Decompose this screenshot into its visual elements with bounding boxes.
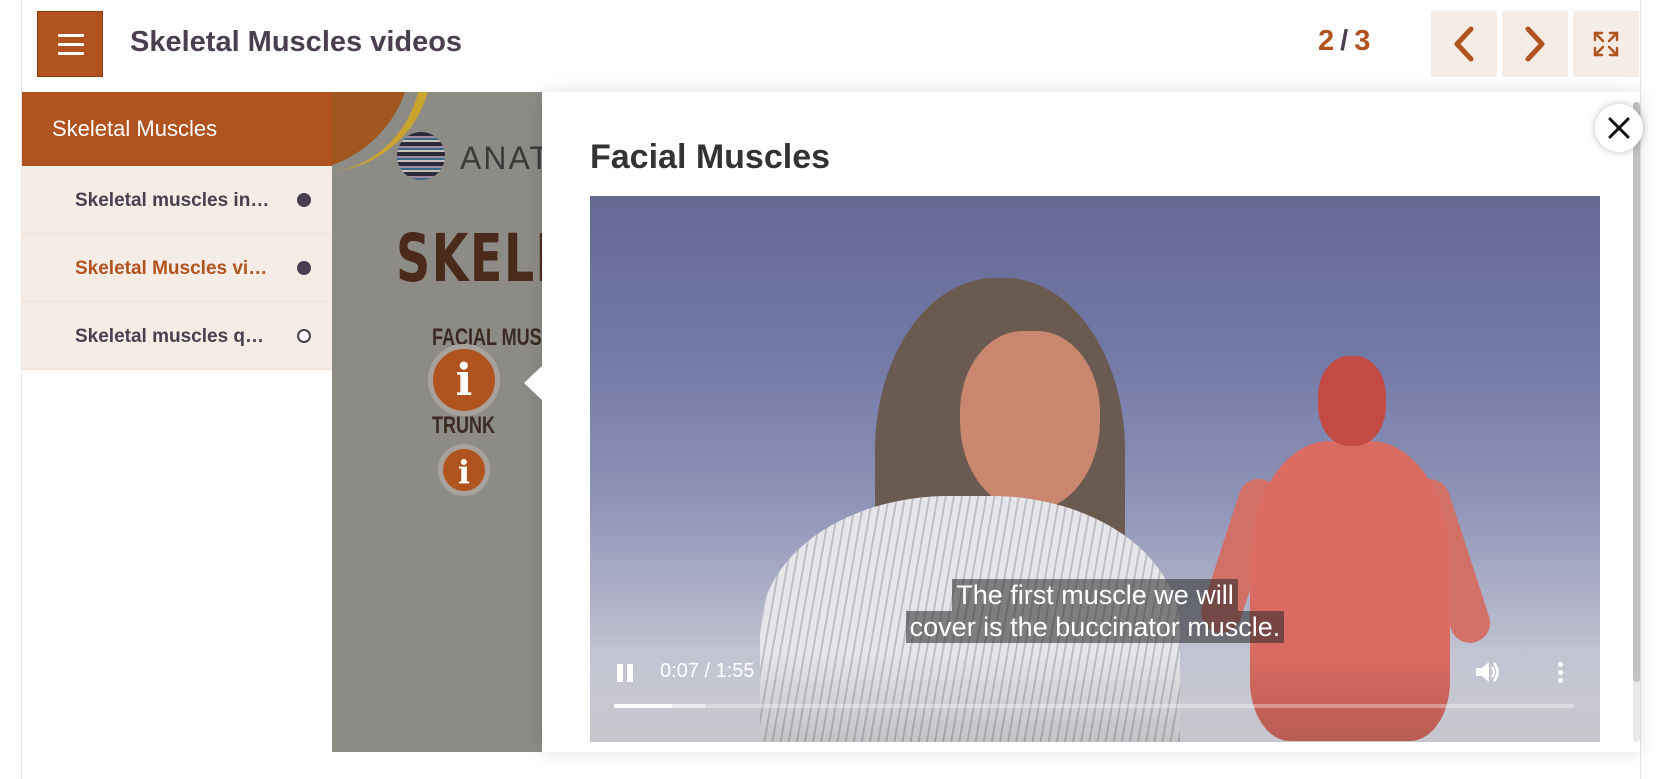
video-progress-fill: [614, 704, 672, 708]
info-hotspot-trunk[interactable]: i: [438, 444, 490, 496]
volume-button[interactable]: [1473, 658, 1501, 686]
video-frame-anatomy-model: [1318, 356, 1386, 446]
close-button[interactable]: [1595, 104, 1643, 152]
sidebar-item-label: Skeletal muscles quiz: [75, 326, 270, 347]
sidebar: Skeletal Muscles Skeletal muscles introd…: [22, 92, 332, 779]
popup-scrollbar[interactable]: [1633, 102, 1640, 742]
next-button[interactable]: [1502, 11, 1568, 77]
previous-button[interactable]: [1431, 11, 1497, 77]
anatomy-logo-icon: [397, 132, 445, 180]
sidebar-item-introduction[interactable]: Skeletal muscles introduction: [22, 166, 332, 234]
pause-button[interactable]: [614, 662, 636, 684]
info-icon: i: [457, 453, 471, 491]
caption-line: cover is the buccinator muscle.: [590, 611, 1600, 643]
sidebar-item-label: Skeletal muscles introduction: [75, 190, 270, 211]
sidebar-item-quiz[interactable]: Skeletal muscles quiz: [22, 302, 332, 370]
volume-icon: [1476, 662, 1499, 682]
slide-logo-text: ANAT: [460, 140, 542, 176]
info-icon: i: [455, 355, 473, 406]
caption-text: cover is the buccinator muscle.: [905, 611, 1285, 643]
caption-line: The first muscle we will: [590, 579, 1600, 611]
sidebar-item-label: Skeletal Muscles videos: [75, 258, 270, 279]
video-frame-presenter-face: [960, 331, 1100, 511]
visited-dot-icon: [297, 193, 311, 207]
video-time: 0:07 / 1:55: [660, 660, 755, 682]
page-title: Skeletal Muscles videos: [130, 26, 463, 58]
info-hotspot-facial[interactable]: i: [428, 344, 500, 416]
page-total: 3: [1354, 25, 1371, 57]
unvisited-dot-icon: [297, 329, 311, 343]
video-player[interactable]: The first muscle we will cover is the bu…: [590, 196, 1600, 742]
popup-pointer: [524, 365, 543, 401]
page-counter: 2/3: [1318, 25, 1370, 58]
video-progress-bar[interactable]: [614, 704, 1574, 708]
close-icon: [1608, 117, 1630, 139]
chevron-left-icon: [1454, 26, 1474, 62]
fullscreen-icon: [1593, 31, 1619, 57]
sidebar-heading[interactable]: Skeletal Muscles: [22, 92, 332, 166]
fullscreen-button[interactable]: [1573, 11, 1639, 77]
current-dot-icon: [297, 261, 311, 275]
background-slide: ANAT SKELET FACIAL MUS i TRUNK i: [332, 92, 542, 752]
caption-text: The first muscle we will: [952, 579, 1238, 611]
scrollbar-thumb[interactable]: [1633, 102, 1640, 682]
popup-title: Facial Muscles: [590, 138, 831, 176]
slide-heading: SKELET: [396, 220, 542, 297]
menu-button[interactable]: [37, 11, 103, 77]
page-current: 2: [1318, 25, 1335, 57]
sidebar-item-videos[interactable]: Skeletal Muscles videos: [22, 234, 332, 302]
more-options-button[interactable]: [1550, 658, 1570, 686]
page-separator: /: [1340, 25, 1349, 57]
slide-label-trunk: TRUNK: [432, 412, 495, 439]
chevron-right-icon: [1525, 26, 1545, 62]
